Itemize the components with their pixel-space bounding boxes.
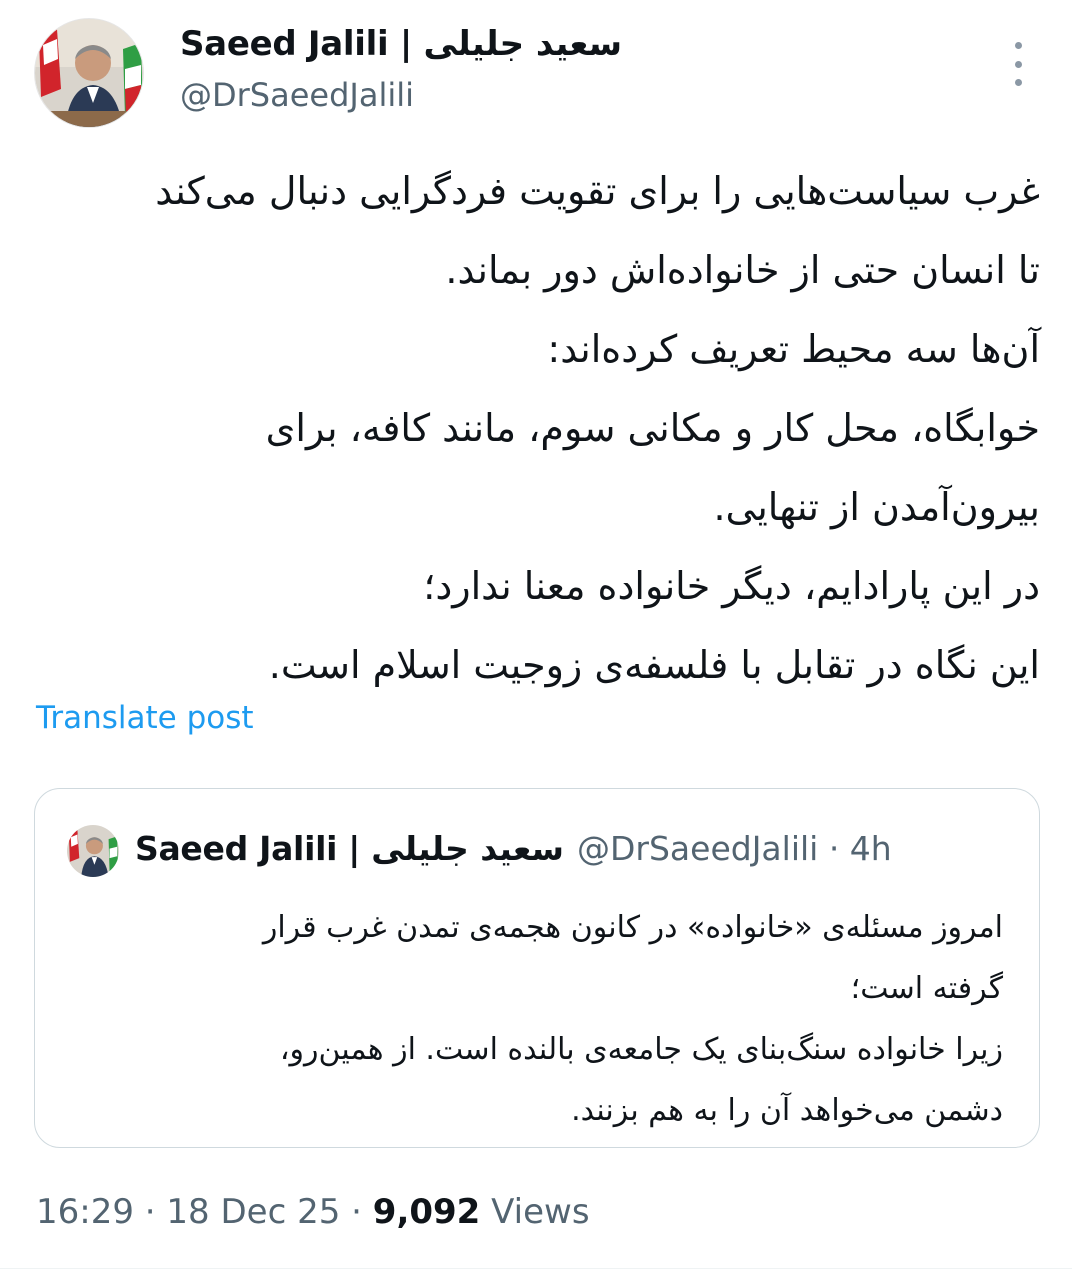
profile-photo-icon <box>67 825 119 877</box>
quoted-handle-time: @DrSaeedJalili · 4h <box>577 829 892 868</box>
quoted-line: دشمن می‌خواهد آن را به هم بزنند. <box>571 1093 1003 1128</box>
post-time[interactable]: 16:29 <box>36 1192 134 1232</box>
divider <box>0 1268 1072 1269</box>
post-meta: 16:29 · 18 Dec 25 · 9,092 Views <box>36 1192 590 1232</box>
quoted-line: امروز مسئله‌ی «خانواده» در کانون هجمه‌ی … <box>262 910 1003 945</box>
post-line: تا انسان حتی از خانواده‌اش دور بماند. <box>445 248 1040 292</box>
post-line: آن‌ها سه محیط تعریف کرده‌اند: <box>547 327 1040 371</box>
avatar[interactable] <box>34 18 144 128</box>
more-vertical-icon[interactable] <box>1004 42 1032 86</box>
post-line: این نگاه در تقابل با فلسفه‌ی زوجیت اسلام… <box>268 643 1040 687</box>
post-line: غرب سیاست‌هایی را برای تقویت فردگرایی دن… <box>155 169 1040 213</box>
more-dot <box>1014 42 1022 49</box>
separator-dot: · <box>144 1192 167 1232</box>
views-count[interactable]: 9,092 <box>373 1192 481 1232</box>
quoted-avatar[interactable] <box>67 825 119 877</box>
quoted-post-card[interactable]: Saeed Jalili | سعید جلیلی @DrSaeedJalili… <box>34 788 1040 1148</box>
profile-photo-icon <box>35 19 143 127</box>
post-text: غرب سیاست‌هایی را برای تقویت فردگرایی دن… <box>30 152 1040 705</box>
post-date[interactable]: 18 Dec 25 <box>166 1192 340 1232</box>
quoted-author-name[interactable]: Saeed Jalili | سعید جلیلی <box>135 829 564 868</box>
quoted-post-text: امروز مسئله‌ی «خانواده» در کانون هجمه‌ی … <box>63 897 1003 1141</box>
post-line: در این پارادایم، دیگر خانواده معنا ندارد… <box>423 564 1040 608</box>
separator-dot: · <box>351 1192 373 1232</box>
more-dot <box>1014 79 1022 86</box>
translate-post-link[interactable]: Translate post <box>36 700 254 736</box>
quoted-line: گرفته است؛ <box>850 971 1003 1006</box>
views-label: Views <box>491 1192 590 1232</box>
author-handle[interactable]: @DrSaeedJalili <box>180 76 414 114</box>
author-display-name[interactable]: Saeed Jalili | سعید جلیلی <box>180 24 622 64</box>
post-line: بیرون‌آمدن از تنهایی. <box>713 485 1040 529</box>
quoted-line: زیرا خانواده سنگ‌بنای یک جامعه‌ی بالنده … <box>279 1032 1003 1067</box>
more-dot <box>1014 60 1022 68</box>
post-line: خوابگاه، محل کار و مکانی سوم، مانند کافه… <box>265 406 1040 450</box>
